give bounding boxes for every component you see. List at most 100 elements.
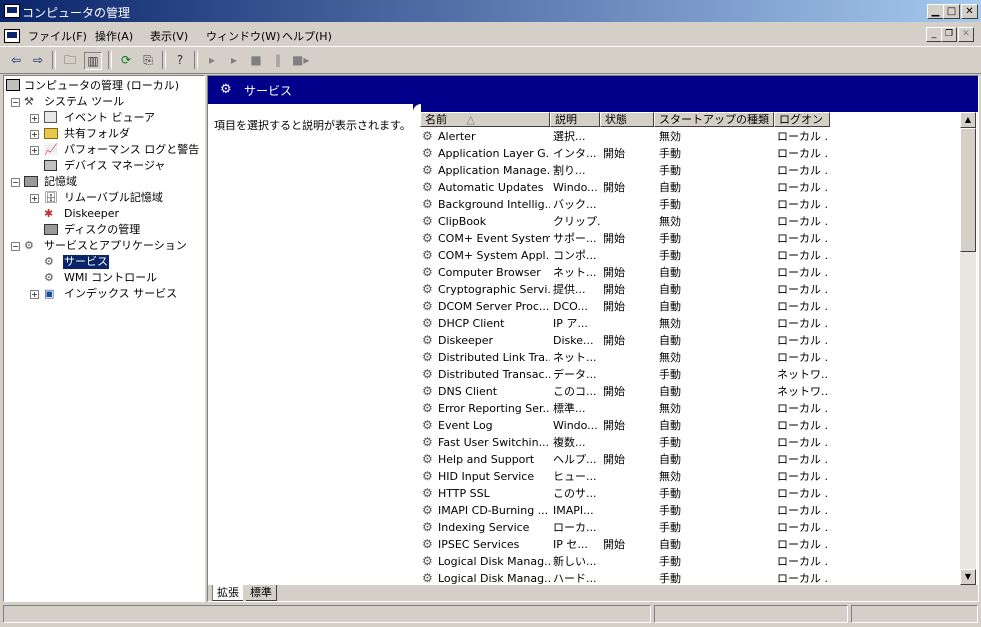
column-header-filler: [830, 112, 960, 127]
service-row[interactable]: ⚙ IMAPI CD-Burning ... IMAPI... 手動 ローカル ...: [420, 502, 960, 519]
column-header-description[interactable]: 説明: [550, 112, 600, 127]
cell-status: 開始: [603, 538, 625, 551]
service-row[interactable]: ⚙ DHCP Client IP ア... 無効 ローカル ...: [420, 315, 960, 332]
service-row[interactable]: ⚙ IPSEC Services IP セ... 開始 自動 ローカル ...: [420, 536, 960, 553]
service-row[interactable]: ⚙ COM+ Event Systemサポー... 開始 手動 ローカル ...: [420, 230, 960, 247]
service-row[interactable]: ⚙ DCOM Server Proc...DCO... 開始 自動 ローカル ...: [420, 298, 960, 315]
cell-description: 新しい...: [553, 555, 597, 568]
start-service-icon[interactable]: ▸: [204, 52, 220, 68]
cell-status: 開始: [603, 385, 625, 398]
cell-startup-type: 無効: [659, 130, 681, 143]
refresh-icon[interactable]: ⟳: [118, 52, 134, 68]
expand-toggle[interactable]: +: [30, 130, 39, 139]
minimize-button[interactable]: ▁: [927, 4, 944, 19]
disk-management-icon: [44, 224, 58, 235]
service-row[interactable]: ⚙ Help and Support ヘルプ... 開始 自動 ローカル ...: [420, 451, 960, 468]
show-tree-icon[interactable]: ▥: [84, 52, 102, 70]
service-row[interactable]: ⚙ Diskeeper Diske... 開始 自動 ローカル ...: [420, 332, 960, 349]
cell-description: Windo...: [553, 181, 598, 194]
service-gear-icon: ⚙: [422, 180, 433, 194]
tab-extended[interactable]: 拡張: [212, 585, 243, 601]
start-service-alt-icon[interactable]: ▸: [226, 52, 242, 68]
service-row[interactable]: ⚙ DNS Client このコ... 開始 自動 ネットワ...: [420, 383, 960, 400]
cell-startup-type: 手動: [659, 555, 681, 568]
maximize-button[interactable]: □: [943, 4, 960, 19]
service-gear-icon: ⚙: [422, 299, 433, 313]
stop-service-icon[interactable]: ■: [248, 52, 264, 68]
service-row[interactable]: ⚙ Application Layer G...インタ... 開始 手動 ローカル ..…: [420, 145, 960, 162]
mdi-close-button[interactable]: ✕: [958, 27, 974, 42]
status-panel-2: [654, 605, 848, 623]
close-button[interactable]: ✕: [961, 4, 978, 19]
tree-label: システム ツール: [44, 95, 125, 108]
pane-title: サービス: [244, 84, 293, 98]
service-gear-icon: ⚙: [422, 231, 433, 245]
service-row[interactable]: ⚙ Automatic Updates Windo... 開始 自動 ローカル ...: [420, 179, 960, 196]
cell-startup-type: 無効: [659, 317, 681, 330]
cell-description: IP ア...: [553, 317, 588, 330]
column-header-status[interactable]: 状態: [600, 112, 654, 127]
cell-name: IMAPI CD-Burning ...: [438, 504, 549, 517]
service-row[interactable]: ⚙ Cryptographic Servi...提供... 開始 自動 ローカル ...: [420, 281, 960, 298]
mdi-restore-button[interactable]: ❐: [941, 27, 957, 42]
service-gear-icon: ⚙: [422, 401, 433, 415]
menu-file[interactable]: ファイル(F): [28, 28, 87, 44]
menu-window[interactable]: ウィンドウ(W): [206, 28, 280, 44]
service-row[interactable]: ⚙ Logical Disk Manag...ハード... 手動 ローカル ...: [420, 570, 960, 586]
service-row[interactable]: ⚙ Event Log Windo... 開始 自動 ローカル ...: [420, 417, 960, 434]
mdi-minimize-button[interactable]: _: [926, 27, 942, 42]
service-row[interactable]: ⚙ Error Reporting Ser...標準... 無効 ローカル ...: [420, 400, 960, 417]
scroll-down-button[interactable]: ▼: [960, 569, 976, 585]
back-icon[interactable]: ⇦: [8, 52, 24, 68]
cell-description: コンポ...: [553, 249, 597, 262]
pause-service-icon[interactable]: ‖: [270, 52, 286, 68]
cell-description: 複数...: [553, 436, 586, 449]
service-row[interactable]: ⚙ Background Intellig...バック... 手動 ローカル ...: [420, 196, 960, 213]
service-gear-icon: ⚙: [422, 486, 433, 500]
tab-standard[interactable]: 標準: [246, 585, 277, 601]
collapse-toggle[interactable]: −: [11, 242, 20, 251]
scroll-thumb[interactable]: [960, 128, 976, 252]
help-icon[interactable]: ?: [172, 52, 188, 68]
column-header-name[interactable]: 名前 △: [420, 112, 550, 127]
service-row[interactable]: ⚙ Application Manage...割り... 手動 ローカル ...: [420, 162, 960, 179]
service-row[interactable]: ⚙ Distributed Transac... データ... 手動 ネットワ...: [420, 366, 960, 383]
column-header-startup-type[interactable]: スタートアップの種類: [654, 112, 774, 127]
expand-toggle[interactable]: +: [30, 290, 39, 299]
expand-toggle[interactable]: +: [30, 146, 39, 155]
menu-help[interactable]: ヘルプ(H): [282, 28, 332, 44]
cell-startup-type: 無効: [659, 402, 681, 415]
service-row[interactable]: ⚙ COM+ System Appl...コンポ... 手動 ローカル ...: [420, 247, 960, 264]
export-list-icon[interactable]: ⎘: [140, 52, 156, 68]
service-row[interactable]: ⚙ Computer Browser ネット... 開始 自動 ローカル ...: [420, 264, 960, 281]
service-row[interactable]: ⚙ HID Input Service ヒュー... 無効 ローカル ...: [420, 468, 960, 485]
service-row[interactable]: ⚙ Logical Disk Manag...新しい... 手動 ローカル ...: [420, 553, 960, 570]
title-bar: コンピュータの管理 ▁ □ ✕: [0, 0, 981, 22]
cell-startup-type: 自動: [659, 181, 681, 194]
service-row[interactable]: ⚙ Fast User Switchin...複数... 手動 ローカル ...: [420, 434, 960, 451]
service-row[interactable]: ⚙ Indexing Service ローカ... 手動 ローカル ...: [420, 519, 960, 536]
menu-action[interactable]: 操作(A): [95, 28, 133, 44]
services-list[interactable]: 名前 △ 説明 状態 スタートアップの種類 ログオン ⚙ Alerter 選択...…: [420, 112, 960, 585]
service-row[interactable]: ⚙ ClipBook クリップ... 無効 ローカル ...: [420, 213, 960, 230]
collapse-toggle[interactable]: −: [11, 178, 20, 187]
toolbar-separator: [162, 51, 166, 69]
restart-service-icon[interactable]: ■▸: [292, 52, 309, 68]
service-gear-icon: ⚙: [422, 537, 433, 551]
forward-icon[interactable]: ⇨: [30, 52, 46, 68]
scroll-up-button[interactable]: ▲: [960, 112, 976, 128]
menu-view[interactable]: 表示(V): [150, 28, 188, 44]
service-row[interactable]: ⚙ Alerter 選択... 無効 ローカル ...: [420, 128, 960, 145]
column-header-logon[interactable]: ログオン: [774, 112, 830, 127]
vertical-scrollbar[interactable]: ▲ ▼: [960, 112, 976, 585]
expand-toggle[interactable]: +: [30, 194, 39, 203]
service-row[interactable]: ⚙ HTTP SSL このサ... 手動 ローカル ...: [420, 485, 960, 502]
details-pane: ⚙ サービス 項目を選択すると説明が表示されます。 名前 △ 説明 状態 スター…: [207, 75, 979, 602]
document-icon[interactable]: [4, 29, 20, 43]
device-manager-icon: [44, 160, 57, 171]
collapse-toggle[interactable]: −: [11, 98, 20, 107]
up-folder-icon[interactable]: 🗀: [62, 52, 78, 68]
expand-toggle[interactable]: +: [30, 114, 39, 123]
cell-startup-type: 手動: [659, 232, 681, 245]
service-row[interactable]: ⚙ Distributed Link Tra...ネット... 無効 ローカル ...: [420, 349, 960, 366]
